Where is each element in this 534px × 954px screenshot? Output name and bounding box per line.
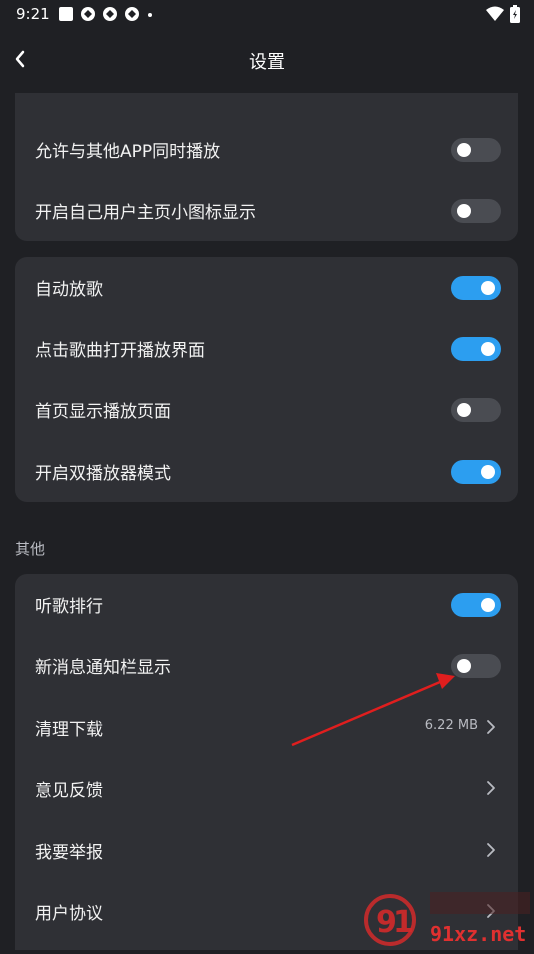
system-icons bbox=[486, 5, 520, 23]
setting-label: 清理下载 bbox=[35, 720, 103, 740]
setting-row-feedback[interactable]: 意见反馈 bbox=[15, 758, 518, 819]
toggle-knob bbox=[457, 659, 471, 673]
toggle-knob bbox=[457, 143, 471, 157]
setting-row-report[interactable]: 我要举报 bbox=[15, 820, 518, 881]
settings-card-playback: 允许与其他APP同时播放 开启自己用户主页小图标显示 bbox=[15, 93, 518, 241]
setting-label: 点击歌曲打开播放界面 bbox=[35, 341, 205, 361]
top-nav-bar: 设置 bbox=[0, 28, 534, 92]
setting-label: 开启双播放器模式 bbox=[35, 464, 171, 484]
setting-row-allow-other-app: 允许与其他APP同时播放 bbox=[15, 119, 518, 180]
toggle-knob bbox=[481, 598, 495, 612]
setting-row-listen-ranking: 听歌排行 bbox=[15, 574, 518, 635]
setting-row-clear-downloads[interactable]: 清理下载 6.22 MB bbox=[15, 697, 518, 758]
app-notification-icon bbox=[125, 7, 139, 21]
status-bar: 9:21 bbox=[0, 0, 534, 28]
setting-label: 新消息通知栏显示 bbox=[35, 658, 171, 678]
toggle-switch[interactable] bbox=[451, 654, 501, 678]
page-title: 设置 bbox=[249, 52, 285, 73]
toggle-knob bbox=[481, 342, 495, 356]
section-title-other: 其他 bbox=[15, 540, 46, 558]
notification-icons bbox=[58, 6, 154, 22]
setting-label: 允许与其他APP同时播放 bbox=[35, 142, 221, 162]
app-notification-icon bbox=[103, 7, 117, 21]
setting-label: 自动放歌 bbox=[35, 280, 103, 300]
toggle-knob bbox=[481, 281, 495, 295]
toggle-switch[interactable] bbox=[451, 460, 501, 484]
chevron-right-icon bbox=[487, 843, 495, 857]
settings-card-player: 自动放歌 点击歌曲打开播放界面 首页显示播放页面 开启双播放器模式 bbox=[15, 257, 518, 502]
notification-square-icon bbox=[59, 7, 73, 21]
setting-label: 意见反馈 bbox=[35, 781, 103, 801]
toggle-switch[interactable] bbox=[451, 276, 501, 300]
toggle-switch[interactable] bbox=[451, 199, 501, 223]
setting-label: 听歌排行 bbox=[35, 597, 103, 617]
status-time: 9:21 bbox=[16, 5, 50, 23]
more-dot-icon bbox=[148, 13, 152, 17]
toggle-switch[interactable] bbox=[451, 593, 501, 617]
svg-text:1: 1 bbox=[393, 905, 414, 940]
battery-icon bbox=[510, 5, 520, 23]
wifi-icon bbox=[486, 6, 504, 21]
cache-size-value: 6.22 MB bbox=[424, 718, 478, 733]
setting-label: 开启自己用户主页小图标显示 bbox=[35, 203, 256, 223]
toggle-knob bbox=[481, 465, 495, 479]
toggle-switch[interactable] bbox=[451, 138, 501, 162]
app-notification-icon bbox=[81, 7, 95, 21]
chevron-right-icon bbox=[487, 720, 495, 734]
toggle-knob bbox=[457, 204, 471, 218]
setting-row-notification-bar: 新消息通知栏显示 bbox=[15, 635, 518, 696]
watermark-logo: 9 1 91xz.net bbox=[362, 886, 534, 950]
chevron-right-icon bbox=[487, 781, 495, 795]
setting-row-auto-play: 自动放歌 bbox=[15, 257, 518, 318]
setting-row-dual-player: 开启双播放器模式 bbox=[15, 441, 518, 502]
toggle-knob bbox=[457, 403, 471, 417]
setting-label: 我要举报 bbox=[35, 843, 103, 863]
setting-row-profile-icon: 开启自己用户主页小图标显示 bbox=[15, 180, 518, 241]
toggle-switch[interactable] bbox=[451, 337, 501, 361]
setting-row-home-player: 首页显示播放页面 bbox=[15, 379, 518, 440]
watermark-text: 91xz.net bbox=[430, 922, 527, 946]
toggle-switch[interactable] bbox=[451, 398, 501, 422]
setting-label: 首页显示播放页面 bbox=[35, 402, 171, 422]
setting-row-open-player: 点击歌曲打开播放界面 bbox=[15, 318, 518, 379]
setting-label: 用户协议 bbox=[35, 904, 103, 924]
